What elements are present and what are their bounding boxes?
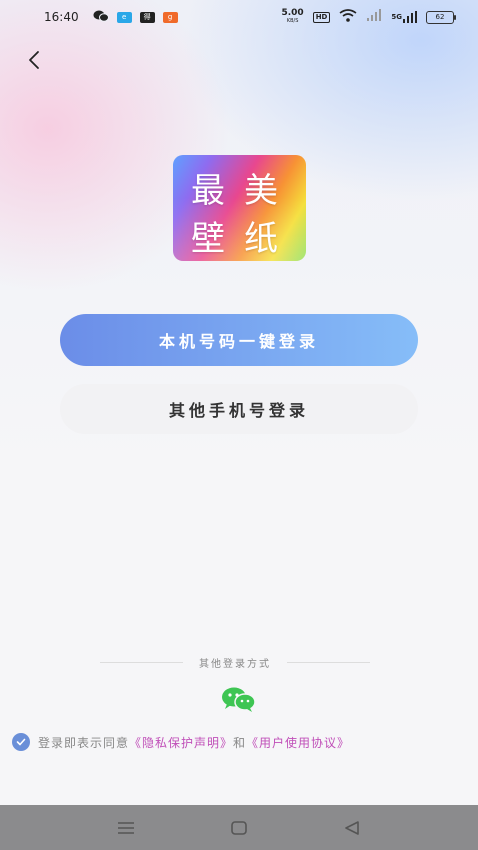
status-app-icons: e 得 g (93, 10, 178, 25)
battery-indicator: 62 (426, 10, 456, 24)
signal-icon-5g: 5G (391, 11, 417, 23)
back-button[interactable] (20, 46, 48, 74)
other-login-label: 其他登录方式 (199, 658, 271, 670)
agreement-checkbox[interactable] (12, 733, 30, 751)
app-logo: 最 美 壁 纸 (173, 155, 306, 261)
wifi-icon (339, 9, 357, 25)
divider-line (100, 661, 183, 663)
logo-char: 纸 (244, 219, 278, 259)
one-click-login-button[interactable]: 本机号码一键登录 (60, 314, 418, 366)
huya-icon: 得 (139, 11, 155, 23)
home-icon (231, 820, 247, 835)
signal-icon-1 (366, 9, 382, 25)
wechat-icon (93, 10, 109, 25)
checkmark-icon (16, 738, 26, 746)
message-icon: e (116, 11, 132, 23)
system-back-button[interactable] (341, 817, 363, 839)
agreement-prefix: 登录即表示同意 (38, 735, 130, 750)
privacy-policy-link[interactable]: 《隐私保护声明》 (129, 734, 233, 751)
agreement-connector: 和 (233, 735, 247, 750)
status-time: 16:40 (44, 10, 79, 24)
taobao-icon: g (162, 11, 178, 23)
menu-button[interactable] (115, 817, 137, 839)
back-icon (344, 820, 359, 835)
logo-char: 最 (191, 171, 225, 211)
agreement-row: 登录即表示同意 《隐私保护声明》 和 《用户使用协议》 (12, 732, 472, 752)
terms-of-use-link[interactable]: 《用户使用协议》 (246, 734, 350, 751)
system-nav-bar (0, 805, 478, 850)
hd-badge: HD (312, 11, 331, 23)
wechat-login-button[interactable] (221, 686, 257, 712)
other-phone-login-button[interactable]: 其他手机号登录 (60, 384, 418, 434)
status-right: 5.00 KB/S HD 5G 62 (281, 8, 456, 25)
wechat-icon (222, 687, 256, 712)
chevron-left-icon (29, 51, 39, 69)
divider-line (287, 661, 370, 663)
logo-char: 美 (244, 171, 278, 211)
status-bar: 16:40 e 得 g 5.00 KB/S HD 5G 62 (0, 0, 478, 34)
home-button[interactable] (228, 817, 250, 839)
net-speed: 5.00 KB/S (281, 8, 304, 25)
menu-icon (118, 821, 135, 834)
logo-char: 壁 (191, 219, 225, 259)
other-login-divider: 其他登录方式 (100, 654, 370, 670)
